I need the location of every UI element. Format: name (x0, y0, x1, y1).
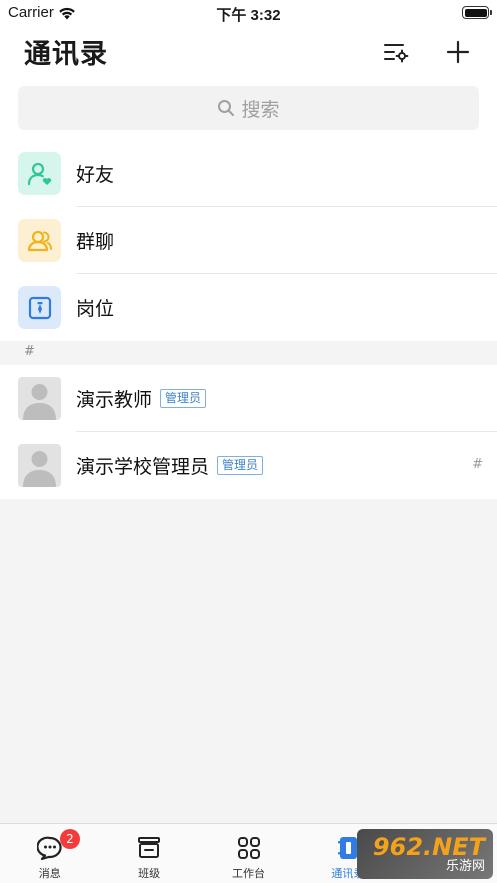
contact-list: 演示教师 管理员 演示学校管理员 管理员 (0, 365, 497, 499)
plus-icon (446, 40, 470, 64)
clock: 下午 3:32 (216, 7, 281, 24)
role-badge: 管理员 (160, 389, 207, 408)
tab-label: 工作台 (232, 867, 266, 880)
contact-name: 演示教师 (76, 389, 153, 411)
tab-label: 消息 (38, 867, 61, 880)
section-label: # (24, 344, 35, 359)
menu-item-groups[interactable]: 群聊 (0, 207, 497, 274)
tab-workbench[interactable]: 工作台 (199, 824, 298, 883)
contact-menu: 好友 群聊 岗位 (0, 140, 497, 341)
contact-name: 演示学校管理员 (76, 456, 210, 478)
index-bar-item[interactable]: # (472, 457, 483, 472)
add-button[interactable] (440, 34, 476, 70)
watermark-main: 962.NET (372, 832, 485, 861)
watermark-logo: 962.NET 乐游网 (357, 829, 493, 879)
position-icon (18, 286, 61, 329)
friend-icon (18, 152, 61, 195)
tab-messages[interactable]: 消息 2 (0, 824, 99, 883)
section-header: # (0, 341, 497, 365)
menu-item-friends[interactable]: 好友 (0, 140, 497, 207)
class-icon (135, 834, 163, 862)
avatar (18, 377, 61, 420)
search-input[interactable]: 搜索 (18, 86, 479, 130)
menu-item-label: 好友 (76, 164, 115, 186)
search-icon (218, 100, 235, 116)
group-icon (18, 219, 61, 262)
page-title: 通讯录 (24, 39, 108, 70)
tab-label: 班级 (138, 867, 161, 880)
menu-item-positions[interactable]: 岗位 (0, 274, 497, 341)
unread-badge: 2 (60, 829, 80, 849)
grid-icon (235, 834, 263, 862)
menu-item-label: 群聊 (76, 231, 115, 253)
contact-row[interactable]: 演示学校管理员 管理员 (0, 432, 497, 499)
filter-settings-button[interactable] (378, 34, 414, 70)
battery-icon (462, 6, 492, 19)
status-bar: Carrier 下午 3:32 (0, 0, 497, 26)
tab-class[interactable]: 班级 (99, 824, 198, 883)
role-badge: 管理员 (217, 456, 264, 475)
contact-row[interactable]: 演示教师 管理员 (0, 365, 497, 432)
watermark-sub: 乐游网 (445, 858, 485, 874)
search-placeholder: 搜索 (241, 98, 280, 121)
avatar (18, 444, 61, 487)
menu-item-label: 岗位 (76, 298, 115, 320)
header: 通讯录 搜索 (0, 26, 497, 146)
list-settings-icon (384, 44, 409, 63)
